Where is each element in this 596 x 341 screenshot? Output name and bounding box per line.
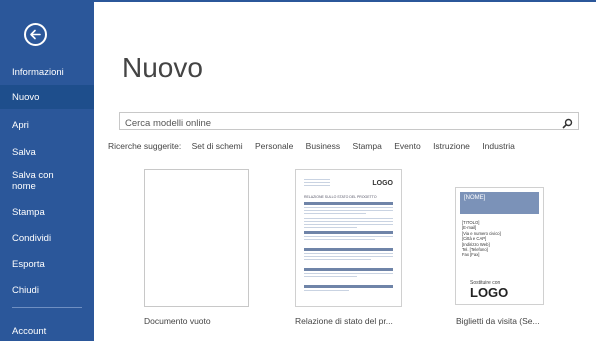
sidebar-item-stampa[interactable]: Stampa xyxy=(0,207,94,218)
sidebar-item-nuovo[interactable]: Nuovo xyxy=(0,85,94,109)
suggested-searches-label: Ricerche suggerite: xyxy=(108,141,182,151)
sidebar-item-salva[interactable]: Salva xyxy=(0,147,94,158)
sidebar-item-label: Salva con nome xyxy=(12,170,54,192)
card-logo: LOGO xyxy=(470,285,509,300)
main-panel: Nuovo Ricerche suggerite: Set di schemi … xyxy=(94,2,596,341)
suggestion-link[interactable]: Istruzione xyxy=(433,141,470,151)
template-label: Documento vuoto xyxy=(144,316,211,326)
suggestion-link[interactable]: Personale xyxy=(255,141,293,151)
sidebar-item-label: Informazioni xyxy=(12,67,64,78)
search-input[interactable] xyxy=(120,116,545,131)
template-blank-document[interactable] xyxy=(144,169,249,307)
sidebar-item-salva-con-nome[interactable]: Salva con nome xyxy=(0,170,70,192)
card-fields: [TITOLO] [E-mail] [Via e numero civico] … xyxy=(460,220,539,258)
sidebar-item-label: Chiudi xyxy=(12,285,39,296)
template-search-box[interactable] xyxy=(119,112,579,131)
sidebar-item-label: Condividi xyxy=(12,233,52,244)
sidebar-item-chiudi[interactable]: Chiudi xyxy=(0,285,94,296)
sidebar-item-label: Esporta xyxy=(12,259,45,270)
suggestion-link[interactable]: Stampa xyxy=(353,141,382,151)
suggested-searches: Ricerche suggerite: Set di schemi Person… xyxy=(108,141,525,151)
sidebar-item-label: Nuovo xyxy=(12,92,40,103)
sidebar-item-label: Salva xyxy=(12,147,36,158)
suggestion-link[interactable]: Business xyxy=(306,141,341,151)
suggestion-link[interactable]: Evento xyxy=(394,141,420,151)
sidebar-item-label: Stampa xyxy=(12,207,45,218)
page-title: Nuovo xyxy=(122,52,203,83)
report-logo: LOGO xyxy=(372,180,393,187)
sidebar-item-label: Account xyxy=(12,326,47,337)
template-project-status-report[interactable]: LOGO RELAZIONE SULLO STATO DEL PROGETTO xyxy=(295,169,402,307)
card-name-banner: [NOME] xyxy=(460,192,539,214)
report-heading: RELAZIONE SULLO STATO DEL PROGETTO xyxy=(304,195,377,199)
sidebar-item-apri[interactable]: Apri xyxy=(0,120,94,131)
card-field: Fax [Fax] xyxy=(462,252,480,258)
sidebar-item-informazioni[interactable]: Informazioni xyxy=(0,67,94,78)
backstage-sidebar: Informazioni Nuovo Apri Salva Salva con … xyxy=(0,0,94,341)
template-label: Relazione di stato del pr... xyxy=(295,316,393,326)
sidebar-item-condividi[interactable]: Condividi xyxy=(0,233,94,244)
template-business-cards[interactable]: [NOME] [TITOLO] [E-mail] [Via e numero c… xyxy=(455,187,544,305)
sidebar-item-account[interactable]: Account xyxy=(0,326,94,337)
suggestion-link[interactable]: Industria xyxy=(482,141,515,151)
sidebar-divider xyxy=(12,307,82,308)
sidebar-item-esporta[interactable]: Esporta xyxy=(0,259,94,270)
suggestion-link[interactable]: Set di schemi xyxy=(192,141,243,151)
back-button[interactable] xyxy=(24,23,47,46)
sidebar-item-label: Apri xyxy=(12,120,29,131)
card-logo-area: Sostituire con LOGO xyxy=(470,280,508,299)
template-label: Biglietti da visita (Se... xyxy=(456,316,540,326)
search-icon[interactable] xyxy=(562,116,573,134)
